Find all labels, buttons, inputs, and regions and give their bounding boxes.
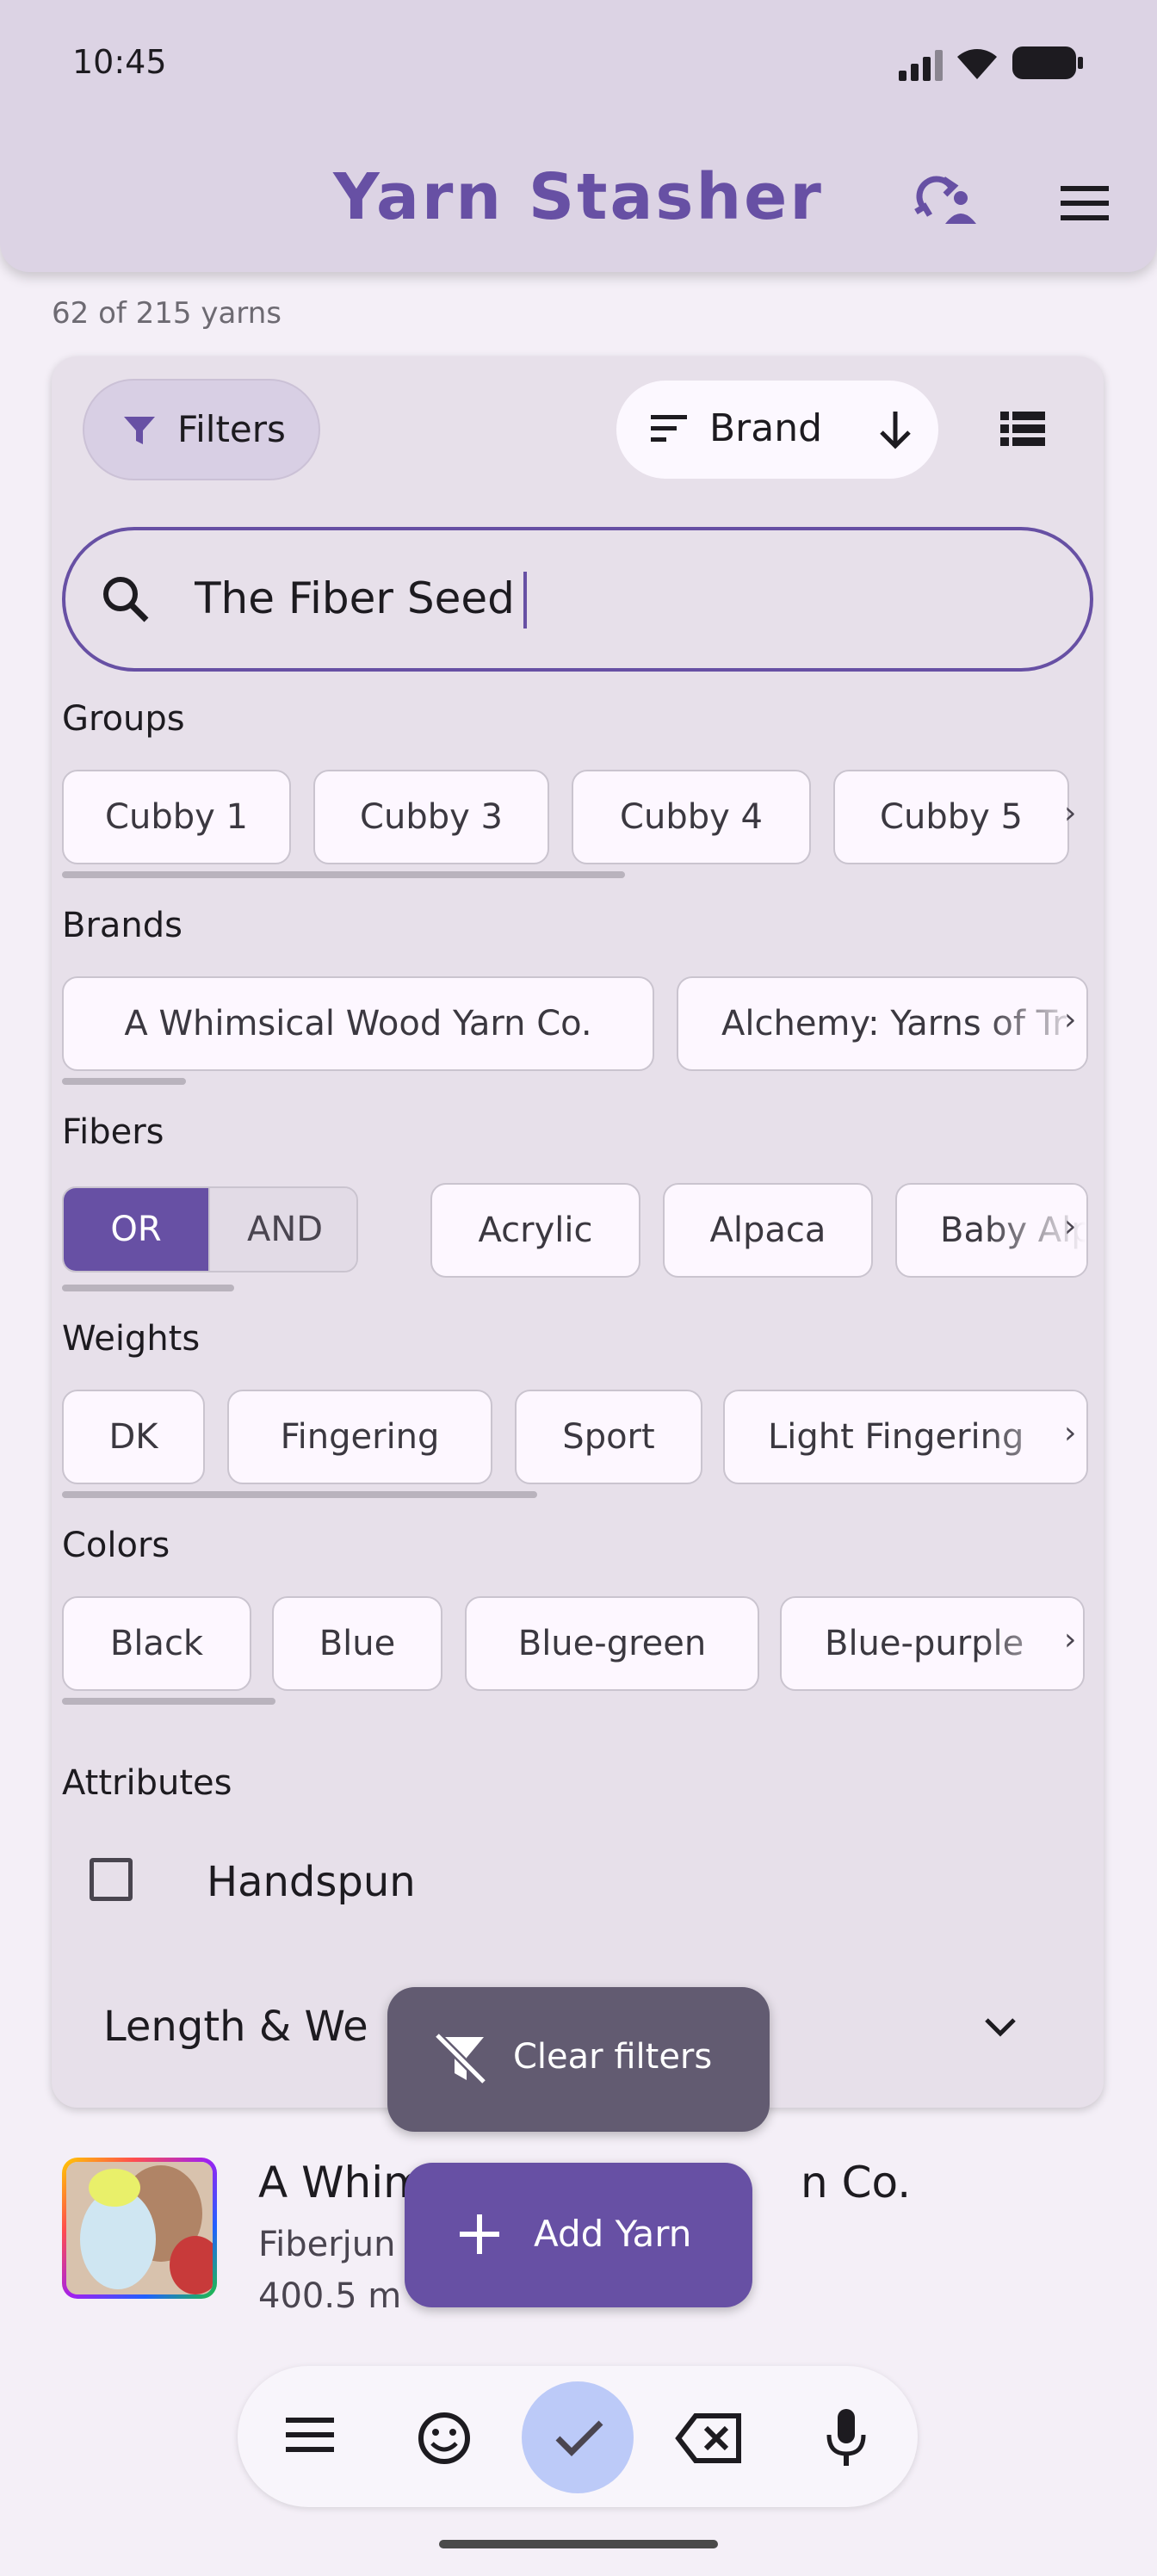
yarn-fiber: Fiberjun <box>258 2225 396 2264</box>
toggle-and[interactable]: AND <box>208 1188 356 1271</box>
fibers-scrollbar[interactable] <box>62 1285 234 1291</box>
list-view-icon[interactable] <box>1000 410 1045 448</box>
group-chip[interactable]: Cubby 5 <box>833 770 1069 864</box>
weight-chip[interactable]: DK <box>62 1390 205 1484</box>
backspace-icon[interactable] <box>675 2412 744 2464</box>
toggle-or[interactable]: OR <box>64 1188 208 1271</box>
weight-chip[interactable]: Light Fingering <box>723 1390 1088 1484</box>
plus-icon <box>460 2214 499 2254</box>
brands-scrollbar[interactable] <box>62 1078 186 1085</box>
wifi-icon <box>957 49 997 79</box>
chevron-right-icon[interactable]: › <box>1064 1002 1076 1037</box>
brand-chip[interactable]: Alchemy: Yarns of Tr <box>677 976 1088 1071</box>
colors-title: Colors <box>62 1526 170 1565</box>
brand-chip[interactable]: A Whimsical Wood Yarn Co. <box>62 976 654 1071</box>
search-icon <box>103 577 149 622</box>
groups-scrollbar[interactable] <box>62 871 625 878</box>
chevron-down-icon[interactable] <box>983 2016 1018 2039</box>
fibers-title: Fibers <box>62 1112 164 1152</box>
chevron-right-icon[interactable]: › <box>1064 1622 1076 1657</box>
weights-title: Weights <box>62 1319 201 1359</box>
yarn-thumbnail[interactable] <box>62 2158 217 2299</box>
mic-icon[interactable] <box>825 2407 868 2469</box>
filter-off-icon <box>434 2032 487 2085</box>
filter-icon <box>124 417 155 444</box>
search-input[interactable] <box>195 568 969 629</box>
sort-icon <box>651 415 687 442</box>
fiber-chip[interactable]: Alpaca <box>663 1183 873 1278</box>
fiber-match-toggle[interactable]: OR AND <box>62 1186 358 1273</box>
chevron-right-icon[interactable]: › <box>1064 1415 1076 1451</box>
add-yarn-button[interactable]: Add Yarn <box>405 2163 752 2307</box>
handspun-label: Handspun <box>207 1858 416 1906</box>
groups-title: Groups <box>62 699 185 739</box>
signal-icon <box>899 50 943 81</box>
search-field[interactable] <box>62 527 1093 672</box>
brands-title: Brands <box>62 906 183 945</box>
menu-icon[interactable] <box>1061 184 1109 222</box>
color-chip[interactable]: Blue-purple <box>780 1596 1085 1691</box>
chevron-right-icon[interactable]: › <box>1064 796 1076 831</box>
fiber-chip[interactable]: Baby Alp <box>895 1183 1088 1278</box>
status-time: 10:45 <box>72 43 167 81</box>
yarn-image <box>66 2162 213 2294</box>
arrow-down-icon[interactable] <box>878 410 913 449</box>
color-chip[interactable]: Blue <box>272 1596 442 1691</box>
yarn-name[interactable]: A Whim <box>258 2158 425 2208</box>
yarn-count: 62 of 215 yarns <box>52 296 282 331</box>
filters-label: Filters <box>177 408 286 450</box>
filters-button[interactable]: Filters <box>83 379 320 480</box>
color-chip[interactable]: Blue-green <box>465 1596 759 1691</box>
group-chip[interactable]: Cubby 1 <box>62 770 291 864</box>
colors-scrollbar[interactable] <box>62 1698 275 1705</box>
chevron-right-icon[interactable]: › <box>1064 1209 1076 1244</box>
check-icon <box>555 2420 603 2456</box>
emoji-icon[interactable] <box>417 2411 472 2466</box>
color-chip[interactable]: Black <box>62 1596 251 1691</box>
add-yarn-label: Add Yarn <box>534 2213 692 2255</box>
home-indicator[interactable] <box>439 2540 718 2548</box>
attributes-title: Attributes <box>62 1763 232 1803</box>
yarn-length: 400.5 m <box>258 2276 402 2316</box>
text-cursor <box>523 572 527 629</box>
sort-label: Brand <box>709 406 823 450</box>
group-chip[interactable]: Cubby 4 <box>572 770 811 864</box>
sort-button[interactable]: Brand <box>616 381 938 479</box>
fiber-chip[interactable]: Acrylic <box>430 1183 640 1278</box>
battery-icon <box>1012 46 1083 79</box>
app-title: Yarn Stasher <box>333 160 824 234</box>
clear-filters-button[interactable]: Clear filters <box>387 1987 770 2132</box>
weights-scrollbar[interactable] <box>62 1491 537 1498</box>
yarn-name-tail: n Co. <box>801 2158 912 2208</box>
weight-chip[interactable]: Fingering <box>227 1390 492 1484</box>
clear-filters-label: Clear filters <box>513 2037 713 2077</box>
group-chip[interactable]: Cubby 3 <box>313 770 549 864</box>
sync-icon[interactable] <box>913 172 978 227</box>
length-weight-header[interactable]: Length & We <box>103 2003 368 2051</box>
handspun-checkbox[interactable] <box>90 1858 133 1901</box>
menu-icon[interactable] <box>286 2416 334 2454</box>
weight-chip[interactable]: Sport <box>515 1390 702 1484</box>
